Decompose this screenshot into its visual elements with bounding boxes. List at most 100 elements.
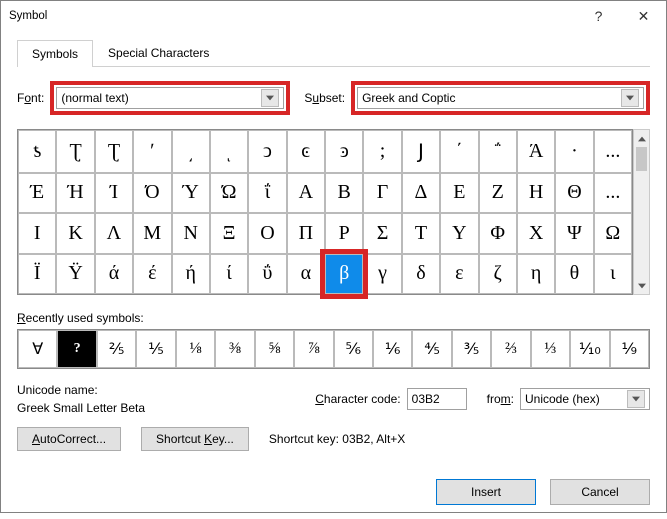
subset-dropdown[interactable]: Greek and Coptic: [357, 87, 644, 109]
symbol-cell[interactable]: Κ: [56, 213, 94, 254]
symbol-cell[interactable]: Π: [287, 213, 325, 254]
tab-special-characters[interactable]: Special Characters: [93, 39, 224, 66]
tab-symbols[interactable]: Symbols: [17, 40, 93, 67]
symbol-cell[interactable]: ΅: [479, 130, 517, 173]
symbol-cell[interactable]: ͻ: [248, 130, 286, 173]
symbol-cell[interactable]: Θ: [555, 173, 593, 214]
symbol-cell[interactable]: ι: [594, 254, 632, 295]
symbol-cell[interactable]: Ϳ: [402, 130, 440, 173]
symbol-cell[interactable]: Ρ: [325, 213, 363, 254]
symbol-cell[interactable]: ε: [440, 254, 478, 295]
symbol-cell[interactable]: Έ: [18, 173, 56, 214]
recent-symbol-cell[interactable]: ⅕: [136, 330, 175, 368]
recent-symbol-cell[interactable]: ?: [57, 330, 96, 368]
symbol-cell[interactable]: ͽ: [325, 130, 363, 173]
recent-symbol-cell[interactable]: ⅒: [570, 330, 609, 368]
grid-scrollbar[interactable]: [633, 129, 650, 295]
symbol-cell[interactable]: Α: [287, 173, 325, 214]
symbol-cell[interactable]: Ε: [440, 173, 478, 214]
symbol-cell[interactable]: Ώ: [210, 173, 248, 214]
recent-symbol-cell[interactable]: ⅝: [255, 330, 294, 368]
recent-symbol-cell[interactable]: ⅑: [610, 330, 649, 368]
recent-symbol-cell[interactable]: ⅜: [215, 330, 254, 368]
symbol-cell[interactable]: η: [517, 254, 555, 295]
recent-symbol-cell[interactable]: ⅞: [294, 330, 333, 368]
symbol-cell[interactable]: Ω: [594, 213, 632, 254]
recent-symbol-cell[interactable]: ⅛: [176, 330, 215, 368]
character-code-input[interactable]: [407, 388, 467, 410]
symbol-cell[interactable]: ;: [363, 130, 401, 173]
symbol-cell[interactable]: δ: [402, 254, 440, 295]
symbol-cell[interactable]: Ζ: [479, 173, 517, 214]
symbol-cell[interactable]: Ϊ: [18, 254, 56, 295]
symbol-cell[interactable]: γ: [363, 254, 401, 295]
symbol-cell[interactable]: Ί: [95, 173, 133, 214]
recent-symbol-cell[interactable]: ⅚: [334, 330, 373, 368]
scroll-up-icon[interactable]: [634, 130, 649, 147]
symbol-cell[interactable]: ʹ: [133, 130, 171, 173]
symbol-cell[interactable]: ί: [210, 254, 248, 295]
titlebar: Symbol ? ✕: [1, 1, 666, 31]
scroll-thumb[interactable]: [636, 147, 647, 171]
symbol-cell[interactable]: Λ: [95, 213, 133, 254]
help-button[interactable]: ?: [576, 1, 621, 31]
symbol-cell[interactable]: Ή: [56, 173, 94, 214]
symbol-cell[interactable]: Τ: [402, 213, 440, 254]
insert-button[interactable]: Insert: [436, 479, 536, 505]
symbol-cell[interactable]: Ν: [172, 213, 210, 254]
symbol-cell[interactable]: Ʈ: [95, 130, 133, 173]
symbol-cell[interactable]: Ά: [517, 130, 555, 173]
symbol-cell[interactable]: Ό: [133, 173, 171, 214]
recent-symbol-cell[interactable]: ⅓: [531, 330, 570, 368]
symbol-cell[interactable]: ͵: [172, 130, 210, 173]
recent-symbol-cell[interactable]: ⅔: [491, 330, 530, 368]
recent-symbol-cell[interactable]: ⅖: [97, 330, 136, 368]
scroll-down-icon[interactable]: [634, 277, 649, 294]
close-button[interactable]: ✕: [621, 1, 666, 31]
symbol-cell[interactable]: Ϋ: [56, 254, 94, 295]
shortcut-key-button[interactable]: Shortcut Key...: [141, 427, 249, 451]
symbol-cell-selected[interactable]: β: [325, 254, 363, 295]
recent-symbol-cell[interactable]: ∀: [18, 330, 57, 368]
cancel-button[interactable]: Cancel: [550, 479, 650, 505]
recent-symbol-cell[interactable]: ⅗: [452, 330, 491, 368]
symbol-cell[interactable]: Ι: [18, 213, 56, 254]
symbol-grid[interactable]: ƾƮƮʹ͵ͺͻͼͽ;Ϳ΄΅Ά·... ΈΉΊΌΎΏΐΑΒΓΔΕΖΗΘ... ΙΚΛΜ…: [17, 129, 633, 295]
recent-symbol-cell[interactable]: ⅘: [412, 330, 451, 368]
symbol-cell[interactable]: ζ: [479, 254, 517, 295]
recent-symbol-cell[interactable]: ⅙: [373, 330, 412, 368]
symbol-cell[interactable]: ƾ: [18, 130, 56, 173]
symbol-cell[interactable]: ΰ: [248, 254, 286, 295]
symbol-cell[interactable]: Φ: [479, 213, 517, 254]
symbol-cell[interactable]: Ξ: [210, 213, 248, 254]
symbol-cell[interactable]: α: [287, 254, 325, 295]
symbol-cell[interactable]: Β: [325, 173, 363, 214]
symbol-cell[interactable]: Η: [517, 173, 555, 214]
autocorrect-button[interactable]: AutoCorrect...: [17, 427, 121, 451]
symbol-cell[interactable]: Ύ: [172, 173, 210, 214]
symbol-cell[interactable]: Υ: [440, 213, 478, 254]
recent-symbols-grid[interactable]: ∀?⅖⅕⅛⅜⅝⅞⅚⅙⅘⅗⅔⅓⅒⅑: [17, 329, 650, 369]
symbol-cell[interactable]: ͼ: [287, 130, 325, 173]
symbol-cell[interactable]: έ: [133, 254, 171, 295]
symbol-cell[interactable]: ...: [594, 173, 632, 214]
symbol-cell[interactable]: Σ: [363, 213, 401, 254]
symbol-cell[interactable]: ·: [555, 130, 593, 173]
symbol-cell[interactable]: ΐ: [248, 173, 286, 214]
symbol-cell[interactable]: ά: [95, 254, 133, 295]
symbol-cell[interactable]: Μ: [133, 213, 171, 254]
symbol-cell[interactable]: ΄: [440, 130, 478, 173]
symbol-cell[interactable]: Ψ: [555, 213, 593, 254]
symbol-cell[interactable]: ...: [594, 130, 632, 173]
tab-strip: Symbols Special Characters: [17, 39, 650, 67]
symbol-cell[interactable]: ή: [172, 254, 210, 295]
symbol-cell[interactable]: θ: [555, 254, 593, 295]
symbol-cell[interactable]: Ο: [248, 213, 286, 254]
symbol-cell[interactable]: Ʈ: [56, 130, 94, 173]
symbol-cell[interactable]: Χ: [517, 213, 555, 254]
symbol-cell[interactable]: ͺ: [210, 130, 248, 173]
from-dropdown[interactable]: Unicode (hex): [520, 388, 650, 410]
symbol-cell[interactable]: Δ: [402, 173, 440, 214]
font-dropdown[interactable]: (normal text): [56, 87, 284, 109]
symbol-cell[interactable]: Γ: [363, 173, 401, 214]
